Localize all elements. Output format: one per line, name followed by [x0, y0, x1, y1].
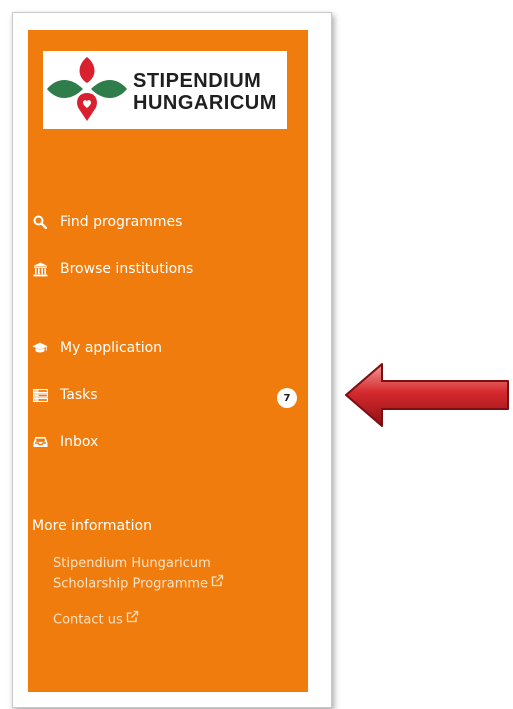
external-link-icon — [126, 610, 139, 630]
arrow-left-icon — [345, 363, 509, 427]
scholarship-programme-link[interactable]: Stipendium Hungaricum Scholarship Progra… — [53, 554, 224, 595]
institution-icon — [32, 261, 48, 277]
brand-name-line1: STIPENDIUM — [133, 70, 262, 92]
nav-tasks-label: Tasks — [60, 387, 98, 403]
nav-inbox[interactable]: Inbox — [32, 430, 98, 454]
brand-name: STIPENDIUM HUNGARICUM — [133, 70, 277, 114]
nav-find-programmes-label: Find programmes — [60, 214, 183, 230]
search-icon — [32, 214, 48, 230]
contact-us-link-label: Contact us — [53, 612, 123, 628]
nav-my-application-label: My application — [60, 340, 163, 356]
brand-name-line2: HUNGARICUM — [133, 92, 277, 114]
scholarship-programme-link-line1: Stipendium Hungaricum — [53, 556, 211, 571]
brand-logo[interactable]: STIPENDIUM HUNGARICUM — [43, 51, 287, 129]
external-link-icon — [211, 574, 224, 594]
nav-tasks[interactable]: Tasks — [32, 383, 98, 407]
sidebar-panel: STIPENDIUM HUNGARICUM Find programmes Br… — [28, 30, 308, 692]
nav-browse-institutions[interactable]: Browse institutions — [32, 257, 193, 281]
graduation-cap-icon — [32, 340, 48, 356]
scholarship-programme-link-line2: Scholarship Programme — [53, 576, 209, 592]
more-information-heading: More information — [32, 518, 152, 534]
contact-us-link[interactable]: Contact us — [53, 610, 139, 631]
tasks-list-icon — [32, 387, 48, 403]
tasks-count-badge: 7 — [277, 388, 297, 408]
inbox-icon — [32, 434, 48, 450]
nav-my-application[interactable]: My application — [32, 336, 162, 360]
nav-find-programmes[interactable]: Find programmes — [32, 210, 182, 234]
nav-inbox-label: Inbox — [60, 434, 99, 450]
nav-browse-institutions-label: Browse institutions — [60, 261, 194, 277]
logo-mark-icon — [47, 57, 127, 121]
